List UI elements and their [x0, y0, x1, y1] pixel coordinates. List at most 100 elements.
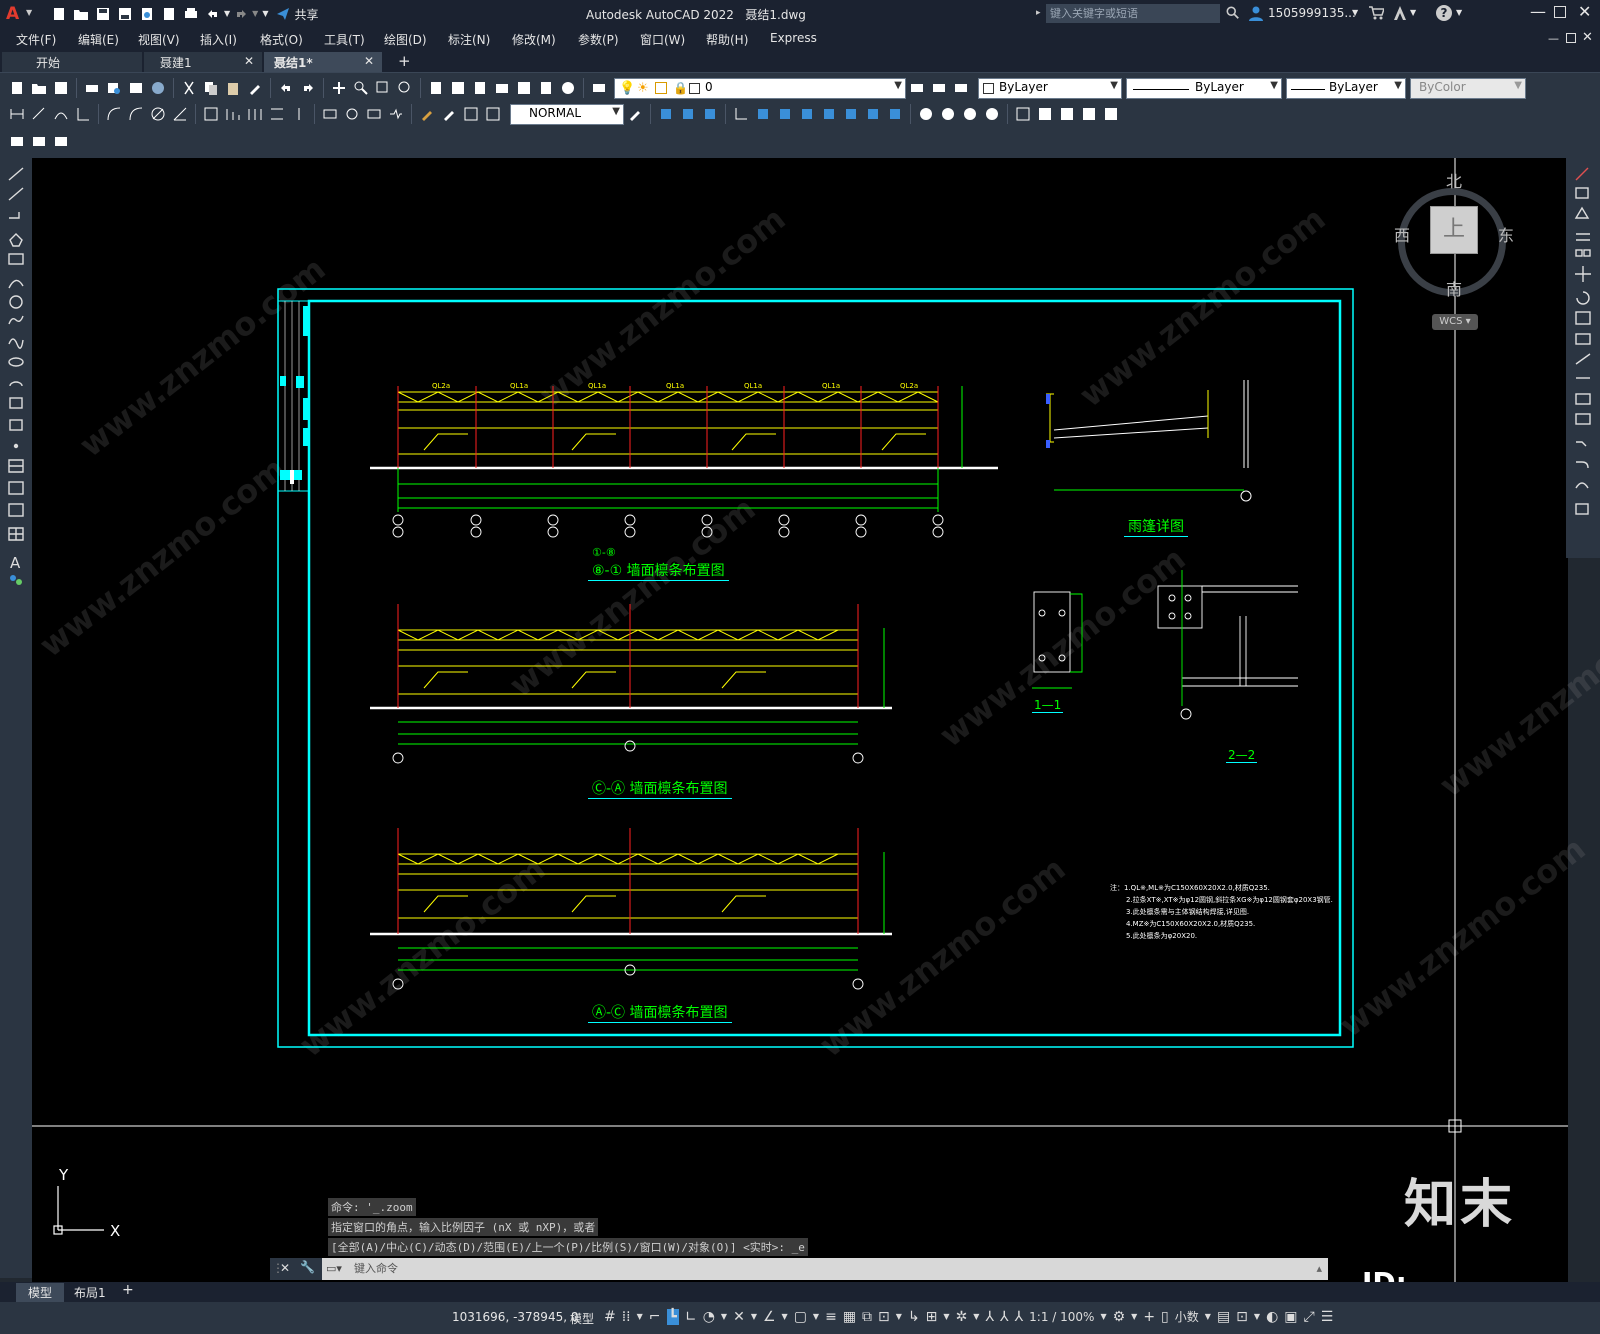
- realistic-icon[interactable]: [939, 105, 957, 123]
- minimize-icon[interactable]: —: [1530, 2, 1546, 21]
- drawing-canvas[interactable]: www.znzmo.com www.znzmo.com www.znzmo.co…: [32, 158, 1600, 1332]
- clean-screen-icon[interactable]: ⤢: [1304, 1309, 1315, 1325]
- filter-dropdown-icon[interactable]: ▼: [943, 1312, 949, 1321]
- dim-update-icon[interactable]: [462, 105, 480, 123]
- annotation-monitor-icon[interactable]: +: [1143, 1309, 1155, 1325]
- undo-icon[interactable]: [204, 5, 222, 23]
- pan-icon[interactable]: [330, 79, 348, 97]
- object-snap-tracking-icon[interactable]: ∠: [763, 1309, 776, 1325]
- ucs-face-icon[interactable]: [798, 105, 816, 123]
- menu-edit[interactable]: 编辑(E): [78, 31, 119, 48]
- center-mark-icon[interactable]: [343, 105, 361, 123]
- redo-icon[interactable]: [232, 5, 250, 23]
- viewport-scale-icon[interactable]: [1102, 105, 1120, 123]
- menu-file[interactable]: 文件(F): [16, 31, 56, 48]
- menu-window[interactable]: 窗口(W): [640, 31, 685, 48]
- tolerance-icon[interactable]: [321, 105, 339, 123]
- 3d-cylinder-icon[interactable]: [701, 105, 719, 123]
- lineweight-icon[interactable]: ≡: [825, 1309, 837, 1325]
- coordinates-readout[interactable]: 1031696, -378945, 0: [452, 1310, 578, 1324]
- jogged-dim-icon[interactable]: [127, 105, 145, 123]
- layer-on-icon[interactable]: 💡: [619, 81, 635, 96]
- undo-dropdown-icon[interactable]: ▼: [224, 9, 230, 23]
- redo-icon[interactable]: [299, 79, 317, 97]
- selection-cycling-icon[interactable]: ⧉: [862, 1309, 872, 1325]
- wcs-menu[interactable]: WCS ▾: [1432, 314, 1478, 330]
- zoom-realtime-icon[interactable]: [352, 79, 370, 97]
- add-layout-icon[interactable]: +: [122, 1282, 134, 1298]
- print-icon[interactable]: [83, 79, 101, 97]
- grid-icon[interactable]: #: [604, 1309, 616, 1325]
- layer-dropdown[interactable]: 💡 ☀ 🔒 0 ▼: [614, 77, 906, 99]
- ucs-world-icon[interactable]: [754, 105, 772, 123]
- viewport-icon[interactable]: [1014, 105, 1032, 123]
- linetype-dropdown[interactable]: ByLayer ▼: [1126, 77, 1282, 99]
- user-name[interactable]: 1505999135...: [1268, 6, 1356, 20]
- new-tab-icon[interactable]: +: [390, 50, 419, 70]
- command-history-arrow-icon[interactable]: ▴: [1316, 1258, 1322, 1280]
- tab-drawing-2[interactable]: 聂结1* ✕: [264, 52, 382, 72]
- 3d-osnap-icon[interactable]: ⊡: [878, 1309, 890, 1325]
- customize-icon[interactable]: 🔧: [300, 1260, 315, 1274]
- arc-length-icon[interactable]: [52, 105, 70, 123]
- customize-status-icon[interactable]: ☰: [1321, 1309, 1334, 1325]
- quick-properties-icon[interactable]: ▤: [1217, 1309, 1230, 1325]
- color-dropdown[interactable]: ByLayer ▼: [978, 77, 1122, 99]
- selection-filter-icon[interactable]: ⊞: [926, 1309, 938, 1325]
- angular-dim-icon[interactable]: [171, 105, 189, 123]
- share-icon[interactable]: [274, 5, 292, 23]
- continue-dim-icon[interactable]: [246, 105, 264, 123]
- menu-dimension[interactable]: 标注(N): [448, 31, 490, 48]
- customize-qat-icon[interactable]: ▼: [262, 9, 268, 23]
- calculator-icon[interactable]: [537, 79, 555, 97]
- ordinate-dim-icon[interactable]: [74, 105, 92, 123]
- tab-model[interactable]: 模型: [16, 1283, 65, 1302]
- viewcube-west[interactable]: 西: [1394, 222, 1410, 246]
- dim-break-icon[interactable]: [290, 105, 308, 123]
- 3d-print-icon[interactable]: [149, 79, 167, 97]
- cart-icon[interactable]: [1368, 5, 1386, 24]
- new-file-icon[interactable]: [50, 5, 68, 23]
- user-dropdown-icon[interactable]: ▼: [1352, 8, 1358, 17]
- new-icon[interactable]: [8, 79, 26, 97]
- copy-icon[interactable]: [202, 79, 220, 97]
- save-to-web-icon[interactable]: [160, 5, 178, 23]
- layer-walk-icon[interactable]: [52, 132, 70, 150]
- isodraft-dropdown-icon[interactable]: ▼: [751, 1312, 757, 1321]
- layer-viewport-icon[interactable]: [655, 81, 667, 94]
- chevron-down-icon[interactable]: ▼: [612, 106, 620, 117]
- share-label[interactable]: 共享: [294, 6, 318, 23]
- open-file-icon[interactable]: [72, 5, 90, 23]
- save-as-icon[interactable]: [116, 5, 134, 23]
- units-value[interactable]: 小数: [1175, 1308, 1199, 1325]
- menu-format[interactable]: 格式(O): [260, 31, 303, 48]
- plot-icon[interactable]: [182, 5, 200, 23]
- tab-layout1[interactable]: 布局1: [66, 1283, 114, 1302]
- layer-state-icon[interactable]: [952, 79, 970, 97]
- doc-close-icon[interactable]: ✕: [1582, 30, 1593, 45]
- zoom-window-icon[interactable]: [374, 79, 392, 97]
- viewport-polygon-icon[interactable]: [1058, 105, 1076, 123]
- ucs-object-icon[interactable]: [820, 105, 838, 123]
- dim-edit-icon[interactable]: [418, 105, 436, 123]
- lineweight-dropdown[interactable]: ByLayer ▼: [1286, 77, 1406, 99]
- search-expand-icon[interactable]: ▸: [1036, 8, 1041, 18]
- attribute-edit-icon[interactable]: [8, 132, 26, 150]
- command-prompt-icon[interactable]: ▭▾: [326, 1258, 342, 1280]
- workspace-dropdown-icon[interactable]: ▼: [1131, 1312, 1137, 1321]
- match-properties-icon[interactable]: [246, 79, 264, 97]
- 3d-box-icon[interactable]: [657, 105, 675, 123]
- help-icon[interactable]: ?: [1436, 5, 1452, 21]
- chevron-down-icon[interactable]: ▼: [1394, 80, 1402, 91]
- design-center-icon[interactable]: [449, 79, 467, 97]
- 3d-wedge-icon[interactable]: [679, 105, 697, 123]
- units-dropdown-icon[interactable]: ▼: [1205, 1312, 1211, 1321]
- shade-icon[interactable]: [917, 105, 935, 123]
- infer-icon[interactable]: ⌐: [649, 1309, 661, 1325]
- conceptual-icon[interactable]: [961, 105, 979, 123]
- gizmo-dropdown-icon[interactable]: ▼: [973, 1312, 979, 1321]
- units-icon[interactable]: ▯: [1161, 1309, 1169, 1325]
- inspection-icon[interactable]: [365, 105, 383, 123]
- osnap-dropdown-icon[interactable]: ▼: [813, 1312, 819, 1321]
- app-dropdown-icon[interactable]: ▼: [1410, 8, 1416, 17]
